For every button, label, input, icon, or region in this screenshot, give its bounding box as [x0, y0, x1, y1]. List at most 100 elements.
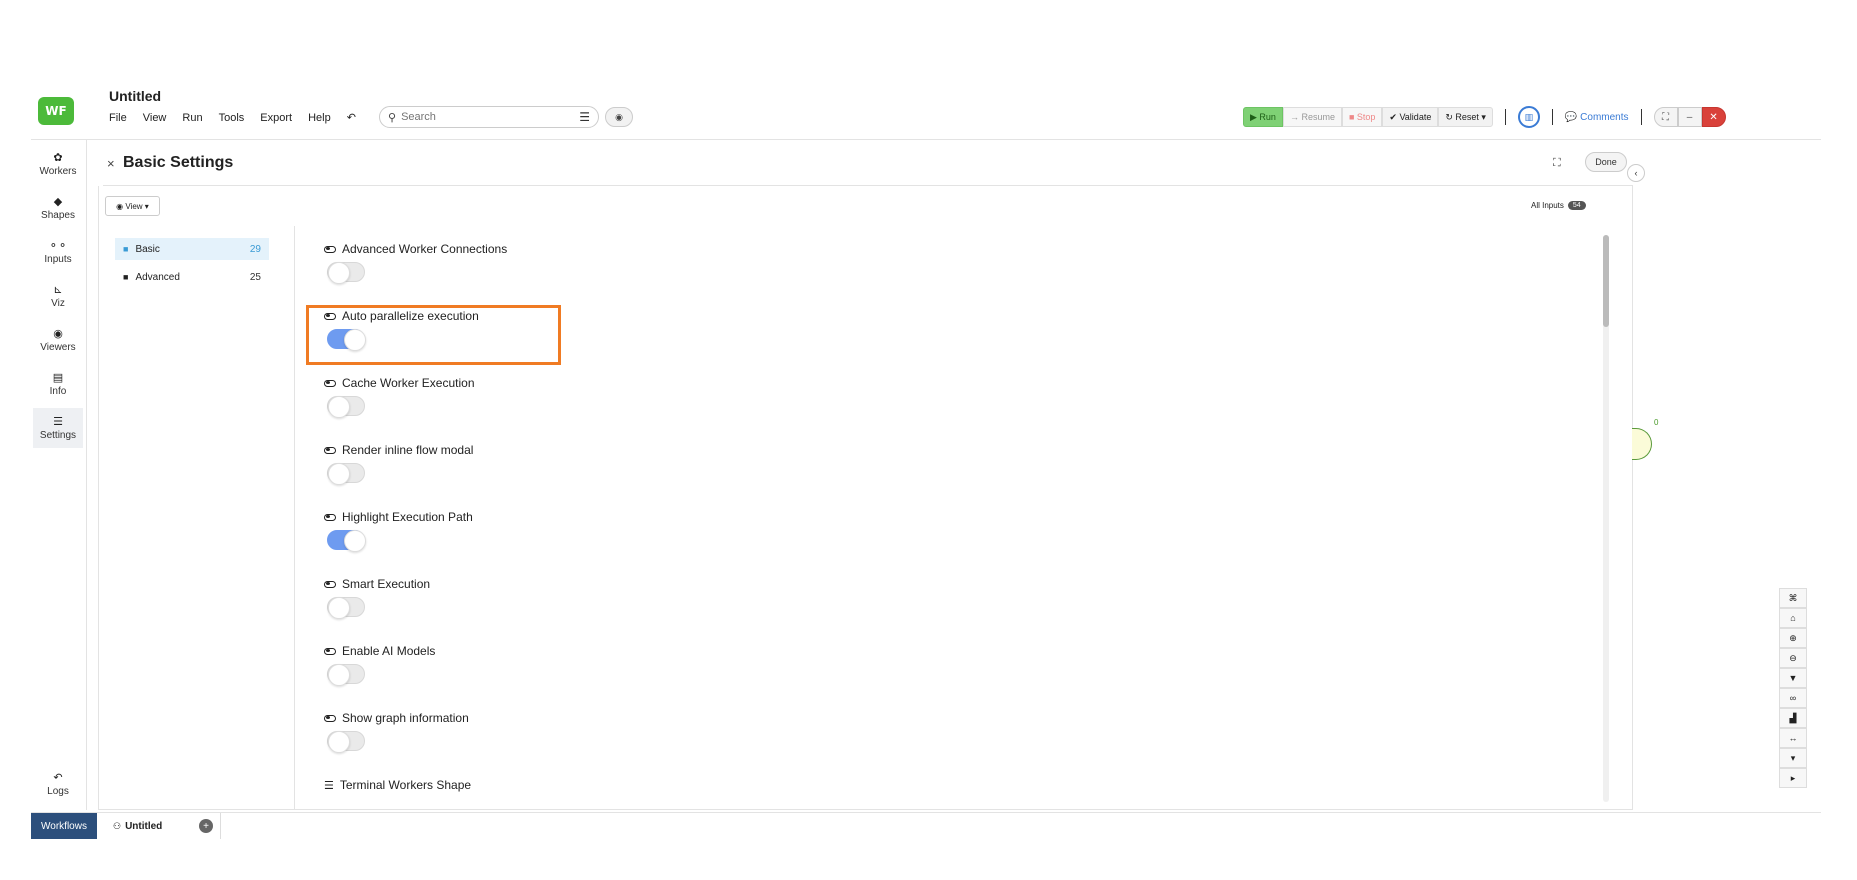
category-count: 29: [249, 243, 261, 255]
setting-cache-worker-execution: Cache Worker Execution: [324, 376, 1024, 443]
menu-tools[interactable]: Tools: [219, 112, 245, 124]
search-icon: ⚲: [388, 111, 397, 124]
menu-run[interactable]: Run: [182, 112, 202, 124]
show-graph-information-toggle[interactable]: [327, 731, 365, 753]
sliders-icon: ☰: [53, 416, 63, 428]
scrollbar-thumb[interactable]: [1603, 235, 1609, 327]
toolbar-separator: [1640, 109, 1642, 125]
reset-label: Reset: [1455, 112, 1479, 122]
stop-button[interactable]: ■ Stop: [1341, 107, 1383, 127]
filter-icon[interactable]: ▼: [1779, 668, 1807, 688]
chart-icon: ⊾: [53, 284, 63, 296]
reset-button[interactable]: ↻ Reset ▾: [1438, 107, 1493, 127]
toolbar-separator: [1551, 109, 1553, 125]
gear-icon: ✿: [53, 152, 63, 164]
setting-label-row: Cache Worker Execution: [324, 376, 1024, 390]
folder-icon: ■: [123, 244, 129, 254]
folder-icon: ■: [123, 272, 129, 282]
filter-icon[interactable]: ☰: [579, 110, 590, 124]
workflows-button[interactable]: Workflows: [31, 813, 97, 839]
setting-label-row: Show graph information: [324, 711, 1024, 725]
sidebar-item-viewers[interactable]: ◉ Viewers: [33, 320, 83, 360]
resume-label: Resume: [1301, 112, 1335, 122]
setting-highlight-execution-path: Highlight Execution Path: [324, 510, 1024, 577]
sidebar-item-label: Viz: [51, 298, 65, 309]
home-icon[interactable]: ⌂: [1779, 608, 1807, 628]
setting-show-graph-information: Show graph information: [324, 711, 1024, 778]
setting-label-row: Smart Execution: [324, 577, 1024, 591]
run-label: Run: [1259, 112, 1276, 122]
toolbar-separator: [1504, 109, 1506, 125]
menu-view[interactable]: View: [143, 112, 167, 124]
enable-ai-models-toggle[interactable]: [327, 664, 365, 686]
close-panel-icon[interactable]: ×: [107, 156, 115, 171]
all-inputs-label: All Inputs: [1531, 201, 1564, 210]
setting-label: Show graph information: [342, 711, 469, 725]
menu-export[interactable]: Export: [260, 112, 292, 124]
toggle-knob: [328, 262, 350, 284]
settings-panel-header: × Basic Settings ⛶ Done: [103, 150, 1633, 186]
link-icon[interactable]: ∞: [1779, 688, 1807, 708]
setting-render-inline-flow-modal: Render inline flow modal: [324, 443, 1024, 510]
sidebar-item-logs[interactable]: ↶ Logs: [33, 764, 83, 804]
fit-view-icon[interactable]: ⌘: [1779, 588, 1807, 608]
highlight-execution-path-toggle[interactable]: [327, 530, 366, 552]
search-input[interactable]: [401, 111, 580, 123]
workflow-title[interactable]: Untitled: [109, 88, 161, 104]
sidebar-item-workers[interactable]: ✿ Workers: [33, 144, 83, 184]
close-icon[interactable]: ✕: [1701, 107, 1726, 127]
setting-label-row: Advanced Worker Connections: [324, 242, 1024, 256]
all-inputs-filter[interactable]: All Inputs 54: [1531, 201, 1586, 210]
layout-icon[interactable]: ▟: [1779, 708, 1807, 728]
toggle-knob: [344, 530, 366, 552]
sidebar-item-viz[interactable]: ⊾ Viz: [33, 276, 83, 316]
toggle-icon: [324, 580, 336, 588]
cache-worker-execution-toggle[interactable]: [327, 396, 365, 418]
eye-icon: ◉: [116, 201, 124, 211]
eye-icon: ◉: [53, 328, 63, 340]
expand-icon[interactable]: ⛶: [1553, 157, 1561, 170]
zoom-out-icon[interactable]: ⊖: [1779, 648, 1807, 668]
stop-label: Stop: [1356, 112, 1376, 122]
setting-label-row: Render inline flow modal: [324, 443, 1024, 457]
toggle-icon: [324, 513, 336, 521]
zoom-in-icon[interactable]: ⊕: [1779, 628, 1807, 648]
resume-button[interactable]: → Resume: [1282, 107, 1342, 127]
sidebar-item-label: Workers: [39, 166, 77, 177]
minimize-icon[interactable]: –: [1677, 107, 1702, 127]
done-button[interactable]: Done: [1585, 152, 1627, 172]
sidebar-item-info[interactable]: ▤ Info: [33, 364, 83, 404]
record-button[interactable]: ◉: [605, 107, 633, 127]
sidebar-item-settings[interactable]: ☰ Settings: [33, 408, 83, 448]
validate-button[interactable]: ✔ Validate: [1382, 107, 1439, 127]
canvas-node[interactable]: [1632, 428, 1652, 460]
category-basic[interactable]: ■ Basic 29: [115, 238, 269, 260]
dashboard-icon[interactable]: ▥: [1517, 106, 1540, 128]
render-inline-flow-modal-toggle[interactable]: [327, 463, 365, 485]
run-button[interactable]: ▶ Run: [1243, 107, 1283, 127]
sidebar-item-label: Inputs: [44, 254, 72, 265]
basket-icon[interactable]: ▾: [1779, 748, 1807, 768]
sidebar-item-shapes[interactable]: ◆ Shapes: [33, 188, 83, 228]
settings-scrollbar[interactable]: [1603, 235, 1609, 802]
setting-label: Cache Worker Execution: [342, 376, 475, 390]
pointer-icon[interactable]: ▸: [1779, 768, 1807, 788]
width-icon[interactable]: ↔: [1779, 728, 1807, 748]
history-icon[interactable]: ↶: [347, 111, 356, 124]
category-list: ■ Basic 29 ■ Advanced 25: [115, 238, 269, 294]
menu-file[interactable]: File: [109, 112, 127, 124]
comments-button[interactable]: 💬 Comments: [1565, 112, 1629, 123]
category-label: Basic: [135, 243, 160, 255]
menu-help[interactable]: Help: [308, 112, 331, 124]
sidebar-item-inputs[interactable]: ⚬⚬ Inputs: [33, 232, 83, 272]
advanced-worker-connections-toggle[interactable]: [327, 262, 365, 284]
category-advanced[interactable]: ■ Advanced 25: [115, 266, 269, 288]
diamond-icon: ◆: [53, 196, 63, 208]
add-tab-icon[interactable]: +: [199, 819, 213, 833]
collapse-panel-icon[interactable]: ‹: [1627, 164, 1645, 182]
smart-execution-toggle[interactable]: [327, 597, 365, 619]
highlight-annotation-box: [306, 305, 561, 365]
toggle-icon: [324, 245, 336, 253]
fullscreen-icon[interactable]: ⛶: [1653, 107, 1678, 127]
view-dropdown[interactable]: ◉ View ▾: [105, 196, 160, 216]
